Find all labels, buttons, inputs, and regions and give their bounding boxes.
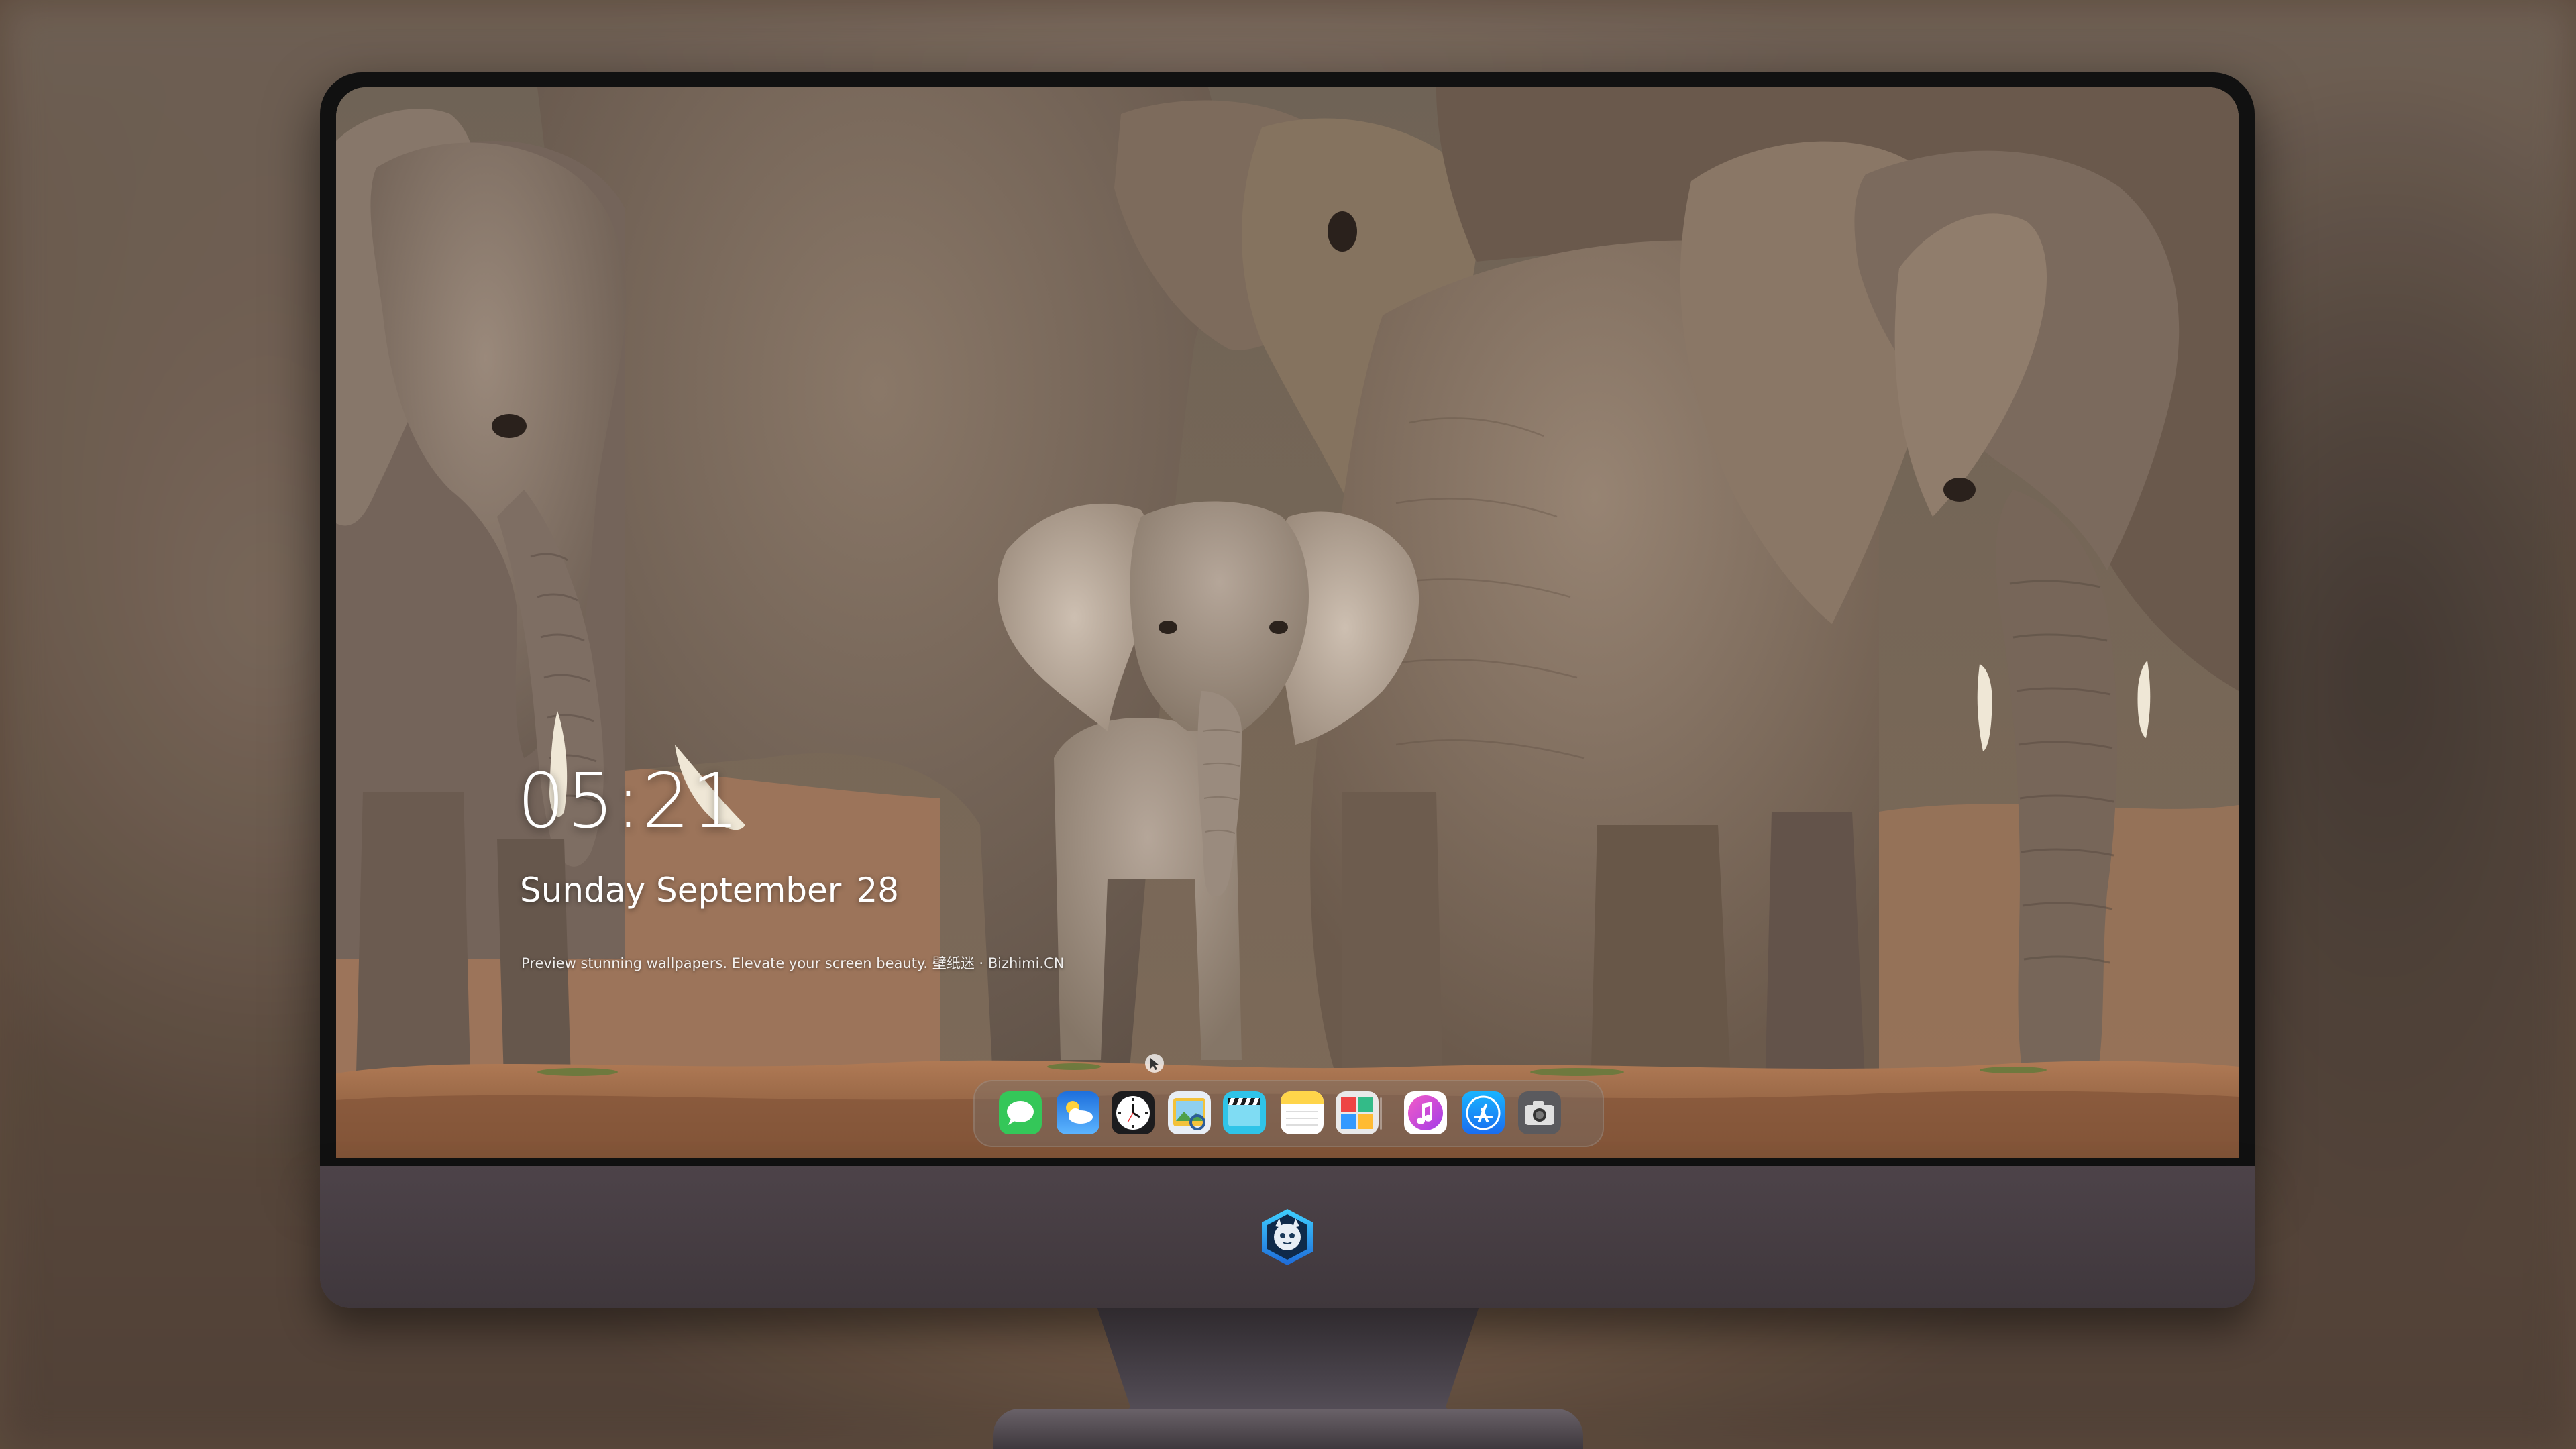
screen: 05:21 Sunday September 28 Preview stunnin… [336,87,2239,1158]
cursor-icon [1145,1054,1164,1073]
photo-booth-icon[interactable] [1336,1091,1379,1134]
wallpaper-app-logo-icon[interactable] [1256,1206,1318,1268]
lock-screen-weekday-month: Sunday September [520,871,842,910]
dock [973,1080,1604,1147]
wallpaper-elephants [336,87,2239,1158]
messages-icon[interactable] [999,1091,1042,1134]
wallpaper-tagline: Preview stunning wallpapers. Elevate you… [521,955,1065,971]
weather-icon[interactable] [1057,1091,1099,1134]
monitor-bezel: 05:21 Sunday September 28 Preview stunnin… [320,72,2255,1167]
preview-icon[interactable] [1168,1091,1211,1134]
clips-icon[interactable] [1223,1091,1266,1134]
monitor-chin [320,1166,2255,1308]
dock-separator [1380,1097,1382,1130]
notes-icon[interactable] [1281,1091,1324,1134]
lock-screen-date: Sunday September 28 [520,871,899,910]
clock-icon[interactable] [1112,1091,1155,1134]
camera-icon[interactable] [1518,1091,1561,1134]
monitor: 05:21 Sunday September 28 Preview stunnin… [320,72,2255,1308]
monitor-stand-base [993,1409,1583,1449]
lock-screen-day: 28 [856,871,899,910]
itunes-icon[interactable] [1404,1091,1447,1134]
lock-screen-time: 05:21 [517,758,741,845]
app-store-icon[interactable] [1462,1091,1505,1134]
